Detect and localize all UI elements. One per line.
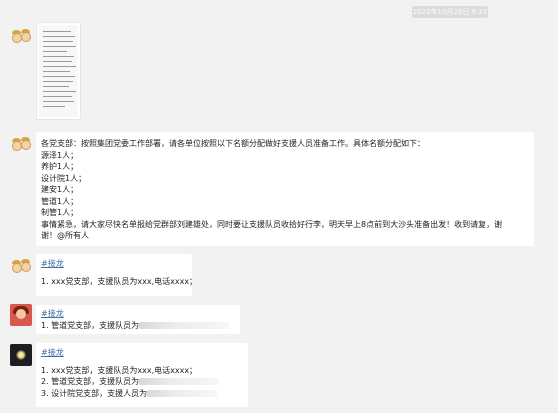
jielong-entry: 1. 管道党支部，支援队员为 bbox=[41, 320, 235, 332]
avatar-sunset-icon[interactable] bbox=[10, 344, 32, 366]
jielong-message[interactable]: #接龙 1. 管道党支部，支援队员为 bbox=[36, 305, 240, 334]
jielong-entry: 1. xxx党支部，支援队员为xxx,电话xxxx； bbox=[41, 276, 198, 286]
redacted-text bbox=[139, 321, 230, 329]
message-line: 谢！@所有人 bbox=[41, 231, 89, 240]
jielong-entry: 1. xxx党支部，支援队员为xxx,电话xxxx； bbox=[41, 365, 198, 375]
jielong-tag[interactable]: #接龙 bbox=[41, 308, 235, 320]
image-message[interactable] bbox=[36, 22, 81, 120]
message-line: 养护1人； bbox=[41, 162, 79, 171]
redacted-text bbox=[139, 378, 220, 385]
avatar-cartoon-icon[interactable] bbox=[10, 26, 32, 48]
message-line: 设计院1人； bbox=[41, 173, 87, 183]
avatar-cartoon-icon[interactable] bbox=[10, 134, 32, 156]
jielong-message[interactable]: #接龙 1. xxx党支部，支援队员为xxx,电话xxxx； 2. 管道党支部，… bbox=[36, 343, 248, 407]
jielong-tag[interactable]: #接龙 bbox=[41, 258, 187, 270]
avatar-cartoon-icon[interactable] bbox=[10, 256, 32, 278]
jielong-tag[interactable]: #接龙 bbox=[41, 347, 243, 359]
announcement-message[interactable]: 各党支部：按照集团党委工作部署，请各单位按照以下名额分配做好支援人员准备工作。具… bbox=[36, 132, 534, 246]
message-line: 事情紧急，请大家尽快名单报给党群部刘建雄处，同时要让支援队员收拾好行李，明天早上… bbox=[41, 219, 503, 229]
chat-timestamp: 2022年10月26日 9:31 bbox=[412, 6, 488, 18]
message-line: 制管1人； bbox=[41, 208, 79, 217]
message-line: 建安1人； bbox=[41, 185, 79, 194]
message-line: 源泽1人； bbox=[41, 150, 79, 160]
message-line: 各党支部：按照集团党委工作部署，请各单位按照以下名额分配做好支援人员准备工作。具… bbox=[41, 139, 425, 148]
jielong-message[interactable]: #接龙 1. xxx党支部，支援队员为xxx,电话xxxx； bbox=[36, 254, 198, 296]
jielong-entry: 3. 设计院党支部，支援人员为 bbox=[41, 388, 243, 400]
redacted-text bbox=[147, 389, 218, 397]
avatar-portrait-icon[interactable] bbox=[10, 304, 32, 326]
document-thumbnail bbox=[39, 25, 78, 117]
message-line: 管道1人； bbox=[41, 196, 79, 206]
jielong-entry: 2. 管道党支部，支援队员为 bbox=[41, 376, 243, 388]
